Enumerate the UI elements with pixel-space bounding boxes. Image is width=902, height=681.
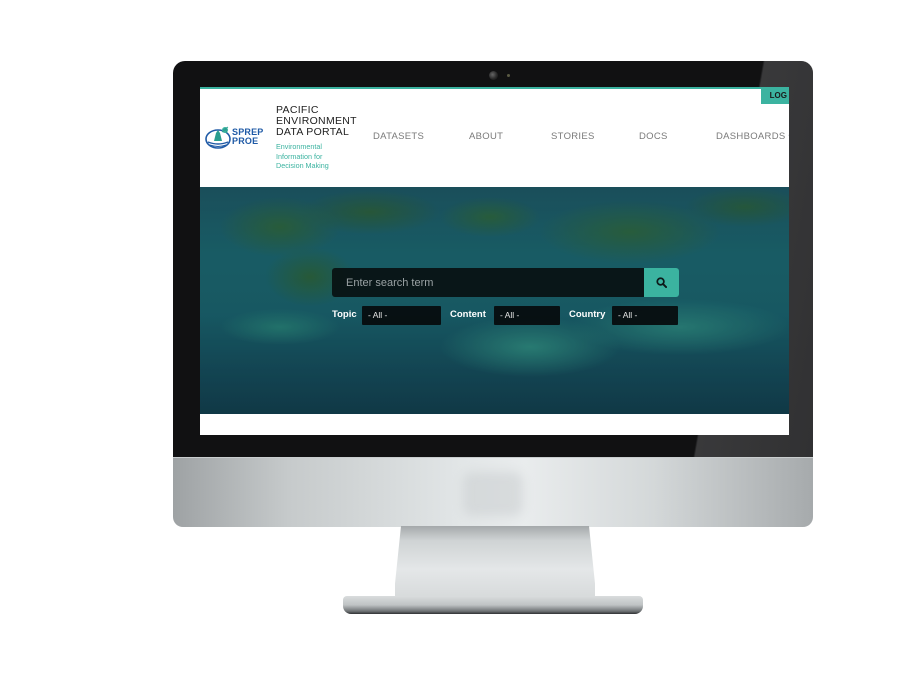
filter-select-content[interactable]: - All - <box>494 306 560 325</box>
filter-label-topic: Topic <box>332 309 357 320</box>
top-accent-bar <box>200 87 789 89</box>
search-input[interactable] <box>332 268 644 297</box>
camera-icon <box>489 71 498 80</box>
filter-label-content: Content <box>450 309 486 320</box>
monitor-base <box>343 596 643 614</box>
monitor-chin <box>173 457 813 527</box>
search-icon <box>656 277 667 288</box>
hero-banner: Topic - All - Content - All - Country - … <box>200 187 789 414</box>
apple-logo-icon <box>463 472 523 516</box>
site-header: LOG SPREP PROE PACIFIC ENVIRONMENT DATA … <box>200 87 789 187</box>
site-tagline-line: Information for <box>276 151 323 161</box>
search-button[interactable] <box>644 268 679 297</box>
chevron-down-icon: ▾ <box>788 132 789 141</box>
nav-item-dashboards[interactable]: DASHBOARDS ▾ <box>716 131 789 142</box>
nav-item-about[interactable]: ABOUT <box>469 131 503 142</box>
camera-led <box>507 74 510 77</box>
nav-item-dashboards-label: DASHBOARDS <box>716 131 786 142</box>
site-tagline: Environmental Information for Decision M… <box>276 142 329 171</box>
filter-select-topic[interactable]: - All - <box>362 306 441 325</box>
search-filters: Topic - All - Content - All - Country - … <box>332 306 692 325</box>
hero-overlay <box>200 187 789 414</box>
browser-screen: LOG SPREP PROE PACIFIC ENVIRONMENT DATA … <box>200 87 789 435</box>
filter-select-country[interactable]: - All - <box>612 306 678 325</box>
nav-item-datasets[interactable]: DATASETS <box>373 131 424 142</box>
nav-item-stories[interactable]: STORIES <box>551 131 595 142</box>
search-field[interactable] <box>332 268 644 297</box>
login-button[interactable]: LOG <box>761 87 789 104</box>
site-tagline-line: Decision Making <box>276 161 329 170</box>
nav-item-docs[interactable]: DOCS <box>639 131 668 142</box>
main-nav: DATASETS ABOUT STORIES DOCS DASHBOARDS ▾ <box>200 131 789 145</box>
monitor-stand <box>395 526 595 598</box>
filter-label-country: Country <box>569 309 606 320</box>
